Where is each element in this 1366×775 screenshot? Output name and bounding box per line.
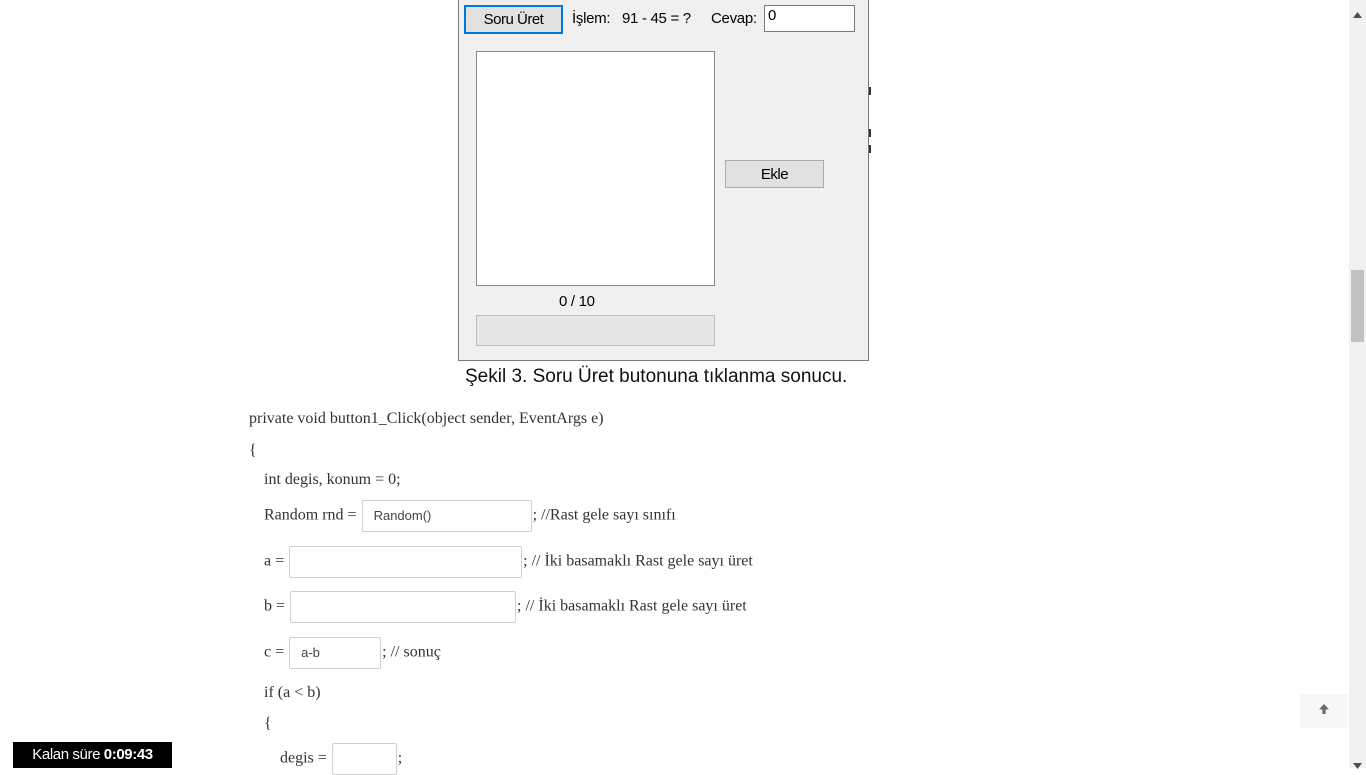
operation-label: İşlem: [572,10,611,27]
code-line: a = ; // İki basamaklı Rast gele sayı ür… [264,546,753,578]
code-line: { [264,715,272,732]
code-comment: ; // İki basamaklı Rast gele sayı üret [523,552,753,570]
answer-label: Cevap: [711,10,757,27]
generate-question-button: Soru Üret [464,5,563,34]
scroll-up-icon[interactable] [1353,5,1362,23]
code-comment: ; // İki basamaklı Rast gele sayı üret [517,597,747,615]
code-text: b = [264,597,286,615]
progress-text: 0 / 10 [559,293,595,310]
questions-listbox [476,51,715,286]
figure-edge-mark [869,145,871,153]
answer-blank-a[interactable] [289,546,523,578]
add-button: Ekle [725,160,824,188]
answer-blank-b[interactable] [290,591,517,623]
code-line: c = a-b; // sonuç [264,637,441,669]
code-line: degis = ; [280,743,402,775]
code-line: int degis, konum = 0; [264,471,401,488]
code-text: degis = [280,749,327,767]
figure-caption: Şekil 3. Soru Üret butonuna tıklanma son… [465,366,848,387]
code-line: b = ; // İki basamaklı Rast gele sayı ür… [264,591,747,623]
answer-blank-c[interactable]: a-b [289,637,382,669]
code-comment: ; //Rast gele sayı sınıfı [532,506,676,524]
answer-blank-degis[interactable] [331,743,397,775]
remaining-time-badge: Kalan süre 0:09:43 [13,742,172,768]
code-text: c = [264,643,285,661]
figure-edge-mark [869,129,871,137]
code-line: Random rnd = Random(); //Rast gele sayı … [264,500,676,532]
progress-bar [476,315,715,346]
code-comment: ; [397,749,403,767]
code-text: a = [264,552,285,570]
code-comment: ; // sonuç [382,643,441,661]
code-line: if (a < b) [264,684,321,701]
answer-blank-random[interactable]: Random() [361,500,532,532]
scrollbar-thumb[interactable] [1351,270,1364,342]
code-text: Random rnd = [264,506,357,524]
figure-edge-mark [869,87,871,95]
vertical-scrollbar[interactable] [1349,0,1366,769]
figure-screenshot: Soru Üret İşlem: 91 - 45 = ? Cevap: 0 Ek… [458,0,871,361]
answer-field: 0 [764,5,855,32]
operation-value: 91 - 45 = ? [622,10,691,27]
timer-label: Kalan süre [32,746,101,763]
timer-value: 0:09:43 [103,746,153,763]
arrow-up-icon [1318,702,1330,720]
code-line: { [249,442,257,459]
back-to-top-button[interactable] [1300,694,1348,728]
code-line: private void button1_Click(object sender… [249,410,604,427]
scroll-down-icon[interactable] [1353,756,1362,774]
